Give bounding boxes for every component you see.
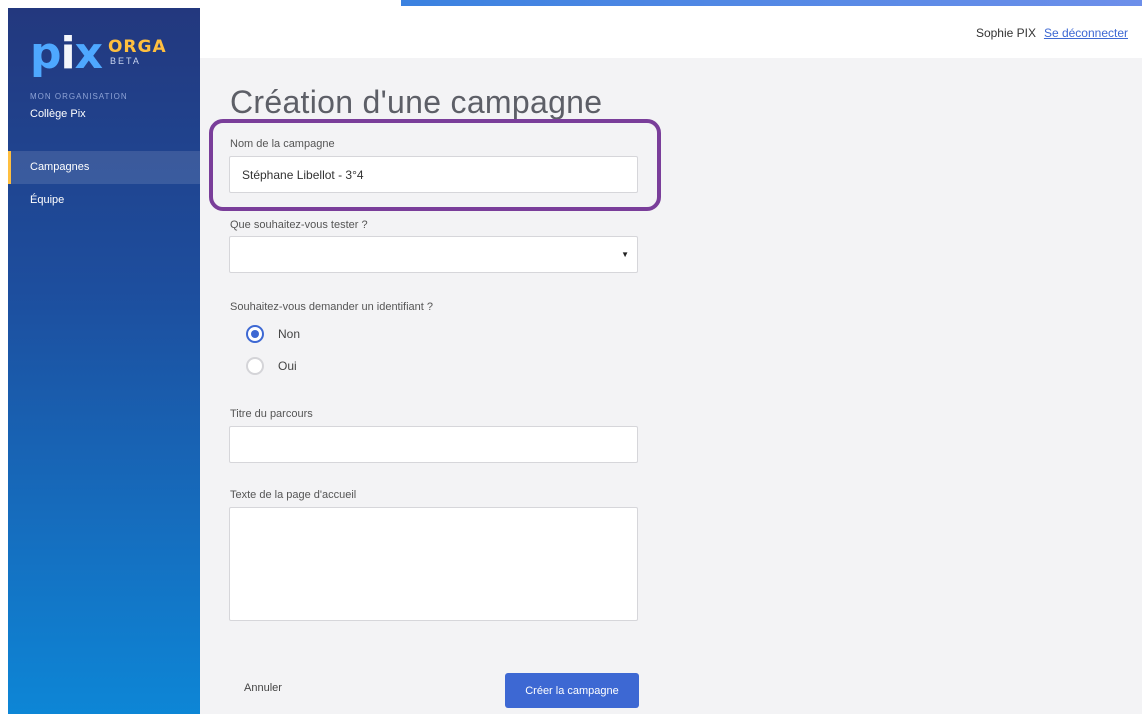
- radio-option-oui[interactable]: Oui: [246, 357, 297, 375]
- cancel-button[interactable]: Annuler: [244, 682, 282, 694]
- logo-pix-wordmark: pix: [30, 28, 103, 79]
- sidebar-item-equipe[interactable]: Équipe: [8, 184, 200, 217]
- radio-checked-icon[interactable]: [246, 325, 264, 343]
- radio-label-non: Non: [278, 327, 301, 341]
- page-title: Création d'une campagne: [230, 84, 603, 120]
- welcome-text-textarea[interactable]: [229, 507, 638, 621]
- sidebar: pix ORGA BETA MON ORGANISATION Collège P…: [8, 8, 200, 714]
- caret-down-icon: ▼: [621, 250, 629, 259]
- radio-option-non[interactable]: Non: [246, 325, 300, 343]
- sidebar-nav: Campagnes Équipe: [8, 151, 200, 217]
- pix-orga-logo[interactable]: pix ORGA BETA: [30, 22, 167, 76]
- logout-link[interactable]: Se déconnecter: [1044, 26, 1128, 40]
- welcome-text-label: Texte de la page d'accueil: [230, 489, 357, 501]
- course-title-input[interactable]: [229, 426, 638, 463]
- test-target-label: Que souhaitez-vous tester ?: [230, 219, 368, 231]
- course-title-label: Titre du parcours: [230, 408, 313, 420]
- organization-caption: MON ORGANISATION: [30, 92, 128, 101]
- campaign-name-label: Nom de la campagne: [230, 138, 335, 150]
- test-target-select[interactable]: ▼: [229, 236, 638, 273]
- organization-name: Collège Pix: [30, 108, 86, 120]
- identifier-question-label: Souhaitez-vous demander un identifiant ?: [230, 301, 434, 313]
- logo-beta-text: BETA: [109, 56, 141, 66]
- main-content: Création d'une campagne Nom de la campag…: [200, 58, 1142, 714]
- logo-orga-text: ORGA: [107, 37, 167, 57]
- user-name: Sophie PIX: [975, 26, 1036, 40]
- campaign-name-input[interactable]: [229, 156, 638, 193]
- create-campaign-button[interactable]: Créer la campagne: [505, 673, 639, 708]
- radio-label-oui: Oui: [278, 359, 297, 373]
- radio-unchecked-icon[interactable]: [246, 357, 264, 375]
- top-bar: Sophie PIX Se déconnecter: [200, 6, 1142, 58]
- app-window: pix ORGA BETA MON ORGANISATION Collège P…: [0, 0, 1142, 714]
- sidebar-item-campagnes[interactable]: Campagnes: [8, 151, 200, 184]
